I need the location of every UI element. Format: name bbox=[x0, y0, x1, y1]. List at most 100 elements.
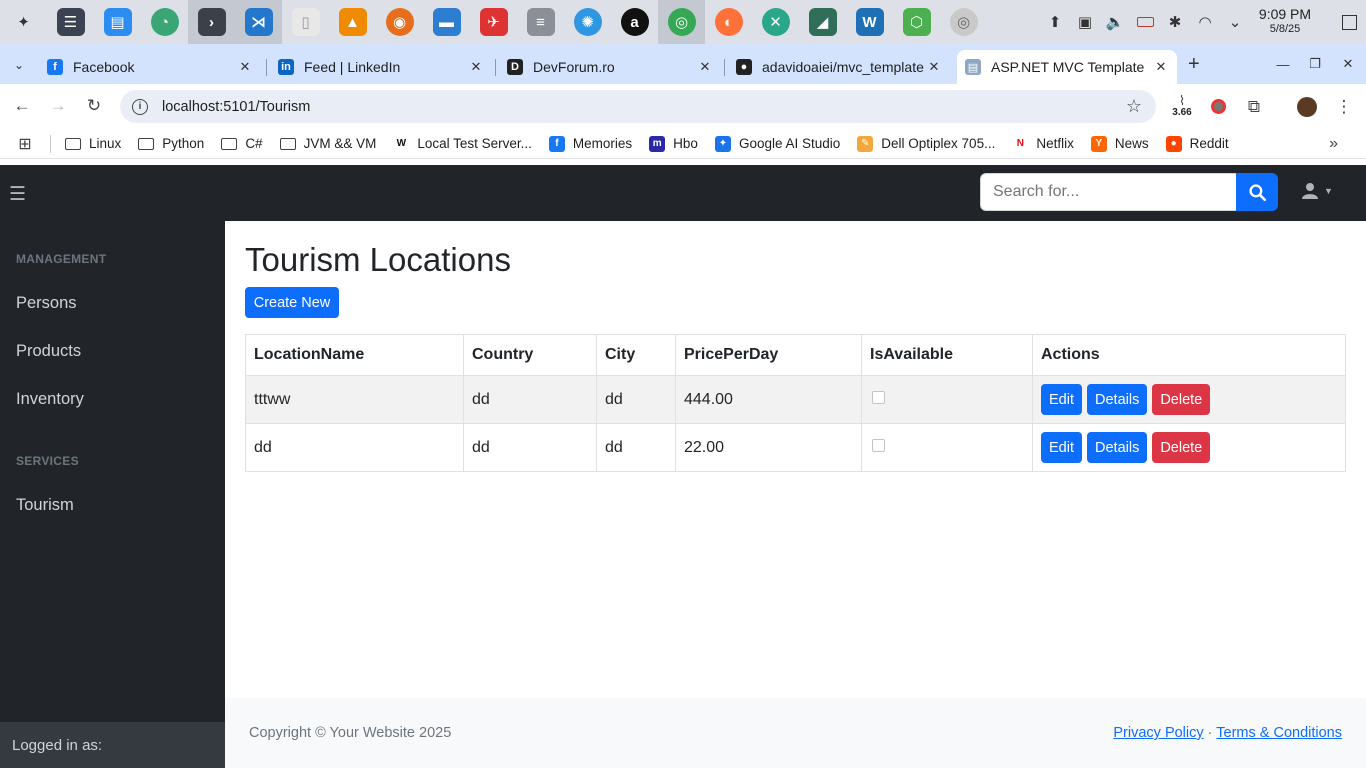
column-header[interactable]: City bbox=[596, 334, 676, 376]
details-button[interactable]: Details bbox=[1087, 384, 1148, 415]
battery-icon[interactable] bbox=[1130, 0, 1160, 44]
close-tab-icon[interactable]: ✕ bbox=[466, 59, 486, 75]
bookmark-item[interactable]: JVM && VM bbox=[279, 136, 376, 151]
browser-tab[interactable]: D DevForum.ro ✕ bbox=[499, 50, 721, 84]
more-bookmarks-icon[interactable]: » bbox=[1329, 135, 1338, 153]
taskbar-app[interactable]: ☰ bbox=[47, 0, 94, 44]
bookmark-label: Memories bbox=[572, 136, 633, 151]
taskbar-app[interactable]: › bbox=[188, 0, 235, 44]
taskbar-app[interactable]: W bbox=[846, 0, 893, 44]
bookmark-item[interactable]: Python bbox=[138, 136, 204, 151]
bookmark-item[interactable]: Y News bbox=[1090, 135, 1149, 152]
xdebug-icon: ✕ bbox=[761, 8, 790, 36]
close-tab-icon[interactable]: ✕ bbox=[1151, 59, 1171, 75]
browser-tab[interactable]: ● adavidoaiei/mvc_template ✕ bbox=[728, 50, 950, 84]
column-header[interactable]: Country bbox=[463, 334, 597, 376]
taskbar-app[interactable]: ✕ bbox=[752, 0, 799, 44]
taskbar-app[interactable]: ◔ bbox=[141, 0, 188, 44]
extension-record-icon[interactable] bbox=[1204, 84, 1232, 129]
delete-button[interactable]: Delete bbox=[1152, 432, 1211, 463]
bookmark-item[interactable]: C# bbox=[221, 136, 263, 151]
close-tab-icon[interactable]: ✕ bbox=[235, 59, 255, 75]
search-button[interactable] bbox=[1236, 173, 1278, 211]
bookmark-item[interactable]: ● Reddit bbox=[1165, 135, 1229, 152]
privacy-policy-link[interactable]: Privacy Policy bbox=[1113, 725, 1203, 741]
edit-button[interactable]: Edit bbox=[1041, 432, 1082, 463]
clipboard-icon[interactable]: ▣ bbox=[1070, 0, 1100, 44]
show-desktop-button[interactable] bbox=[1340, 0, 1366, 44]
update-icon[interactable]: ⬆ bbox=[1040, 0, 1070, 44]
browser-menu-icon[interactable]: ⋮ bbox=[1330, 84, 1358, 129]
bookmark-item[interactable]: f Memories bbox=[548, 135, 633, 152]
column-header[interactable]: IsAvailable bbox=[861, 334, 1033, 376]
terms-link[interactable]: Terms & Conditions bbox=[1216, 725, 1342, 741]
taskbar-app[interactable]: ✺ bbox=[564, 0, 611, 44]
column-header[interactable]: LocationName bbox=[245, 334, 464, 376]
bookmark-item[interactable]: W Local Test Server... bbox=[393, 135, 532, 152]
taskbar-app[interactable]: ◎ bbox=[658, 0, 705, 44]
wifi-icon[interactable]: ◠ bbox=[1190, 0, 1220, 44]
close-tab-icon[interactable]: ✕ bbox=[924, 59, 944, 75]
reload-button[interactable]: ↻ bbox=[80, 92, 108, 120]
back-button[interactable]: ← bbox=[8, 92, 36, 120]
clock[interactable]: 9:09 PM 5/8/25 bbox=[1250, 7, 1320, 37]
close-window-button[interactable]: ✕ bbox=[1333, 44, 1363, 84]
profile-avatar[interactable] bbox=[1293, 84, 1321, 129]
bookmark-item[interactable]: N Netflix bbox=[1012, 135, 1074, 152]
restore-window-button[interactable]: ❐ bbox=[1300, 44, 1330, 84]
country-cell: dd bbox=[463, 423, 597, 472]
sidebar-toggle-icon[interactable]: ☰ bbox=[9, 183, 26, 206]
url-text[interactable]: localhost:5101/Tourism bbox=[162, 99, 310, 115]
browser-tab[interactable]: ▤ ASP.NET MVC Template ✕ bbox=[957, 50, 1177, 84]
bookmark-item[interactable]: Linux bbox=[65, 136, 121, 151]
main-content: Tourism Locations Create New LocationNam… bbox=[225, 221, 1366, 698]
taskbar-app[interactable]: ✈ bbox=[470, 0, 517, 44]
site-info-icon[interactable]: i bbox=[132, 98, 148, 115]
taskbar-app[interactable]: ≡ bbox=[517, 0, 564, 44]
address-bar[interactable]: i localhost:5101/Tourism ☆ bbox=[120, 90, 1156, 123]
taskbar-app[interactable]: ◎ bbox=[940, 0, 987, 44]
delete-button[interactable]: Delete bbox=[1152, 384, 1211, 415]
taskbar-app[interactable]: ⋊ bbox=[235, 0, 282, 44]
taskbar-app[interactable]: ▬ bbox=[423, 0, 470, 44]
new-tab-button[interactable]: + bbox=[1188, 53, 1200, 76]
taskbar-app[interactable]: ⬡ bbox=[893, 0, 940, 44]
details-button[interactable]: Details bbox=[1087, 432, 1148, 463]
edit-button[interactable]: Edit bbox=[1041, 384, 1082, 415]
sidebar-item-products[interactable]: Products bbox=[16, 342, 81, 361]
tab-search-button[interactable]: ⌄ bbox=[7, 53, 31, 77]
bookmark-item[interactable]: ✦ Google AI Studio bbox=[714, 135, 840, 152]
browser-tab[interactable]: in Feed | LinkedIn ✕ bbox=[270, 50, 492, 84]
bluetooth-icon[interactable]: ✱ bbox=[1160, 0, 1190, 44]
taskbar-app[interactable]: ◐ bbox=[705, 0, 752, 44]
close-tab-icon[interactable]: ✕ bbox=[695, 59, 715, 75]
sidebar-item-persons[interactable]: Persons bbox=[16, 294, 77, 313]
extensions-puzzle-icon[interactable]: ⧉ bbox=[1240, 84, 1268, 129]
taskbar-app[interactable]: ◉ bbox=[376, 0, 423, 44]
os-taskbar: ✦ ☰ ▤ ◔ › ⋊ ▯ ▲ ◉ ▬ ✈ ≡ ✺ a ◎ ◐ ✕ ◢ W ⬡ ◎ ⬆ ▣ 🔈 ✱ ◠ ⌄ 9:09 P… bbox=[0, 0, 1366, 44]
taskbar-app[interactable]: ▲ bbox=[329, 0, 376, 44]
taskbar-app[interactable]: ▤ bbox=[94, 0, 141, 44]
bookmark-star-icon[interactable]: ☆ bbox=[1126, 96, 1142, 117]
caret-down-icon: ▼ bbox=[1324, 185, 1333, 196]
bookmark-item[interactable]: m Hbo bbox=[649, 135, 698, 152]
forward-button[interactable]: → bbox=[44, 92, 72, 120]
search-input[interactable] bbox=[980, 173, 1237, 211]
taskbar-app[interactable]: ◢ bbox=[799, 0, 846, 44]
volume-icon[interactable]: 🔈 bbox=[1100, 0, 1130, 44]
create-new-button[interactable]: Create New bbox=[245, 287, 339, 318]
browser-tab[interactable]: f Facebook ✕ bbox=[39, 50, 261, 84]
user-menu-dropdown[interactable]: ▼ bbox=[1302, 182, 1333, 199]
taskbar-app[interactable]: ✦ bbox=[0, 0, 47, 44]
sidebar-item-inventory[interactable]: Inventory bbox=[16, 390, 84, 409]
column-header[interactable]: PricePerDay bbox=[675, 334, 862, 376]
vscode-icon: ⋊ bbox=[244, 8, 273, 36]
sidebar-item-tourism[interactable]: Tourism bbox=[16, 496, 74, 515]
bookmark-item[interactable]: ✎ Dell Optiplex 705... bbox=[857, 135, 995, 152]
tray-expand-icon[interactable]: ⌄ bbox=[1220, 0, 1250, 44]
extension-counter[interactable]: ⌇ 3.66 bbox=[1166, 84, 1198, 129]
apps-grid-icon[interactable]: ⊞ bbox=[0, 134, 50, 154]
minimize-window-button[interactable]: — bbox=[1268, 44, 1298, 84]
taskbar-app[interactable]: ▯ bbox=[282, 0, 329, 44]
taskbar-app[interactable]: a bbox=[611, 0, 658, 44]
